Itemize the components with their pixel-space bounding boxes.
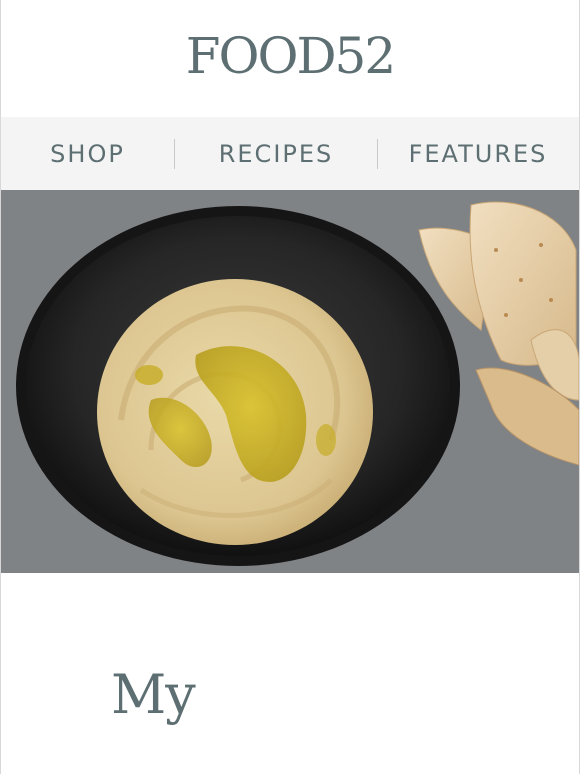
nav-features[interactable]: FEATURES [378,140,578,168]
article-content: My [1,573,579,774]
header: FOOD52 [1,0,579,117]
food52-logo[interactable]: FOOD52 [186,27,396,85]
hero-image[interactable] [1,190,579,573]
nav-recipes[interactable]: RECIPES [175,140,377,168]
nav-shop[interactable]: SHOP [1,140,174,168]
article-heading: My [111,663,196,726]
hummus-photo [1,190,579,573]
main-nav: SHOP RECIPES FEATURES [1,117,579,190]
email-page: FOOD52 SHOP RECIPES FEATURES My [0,0,580,774]
